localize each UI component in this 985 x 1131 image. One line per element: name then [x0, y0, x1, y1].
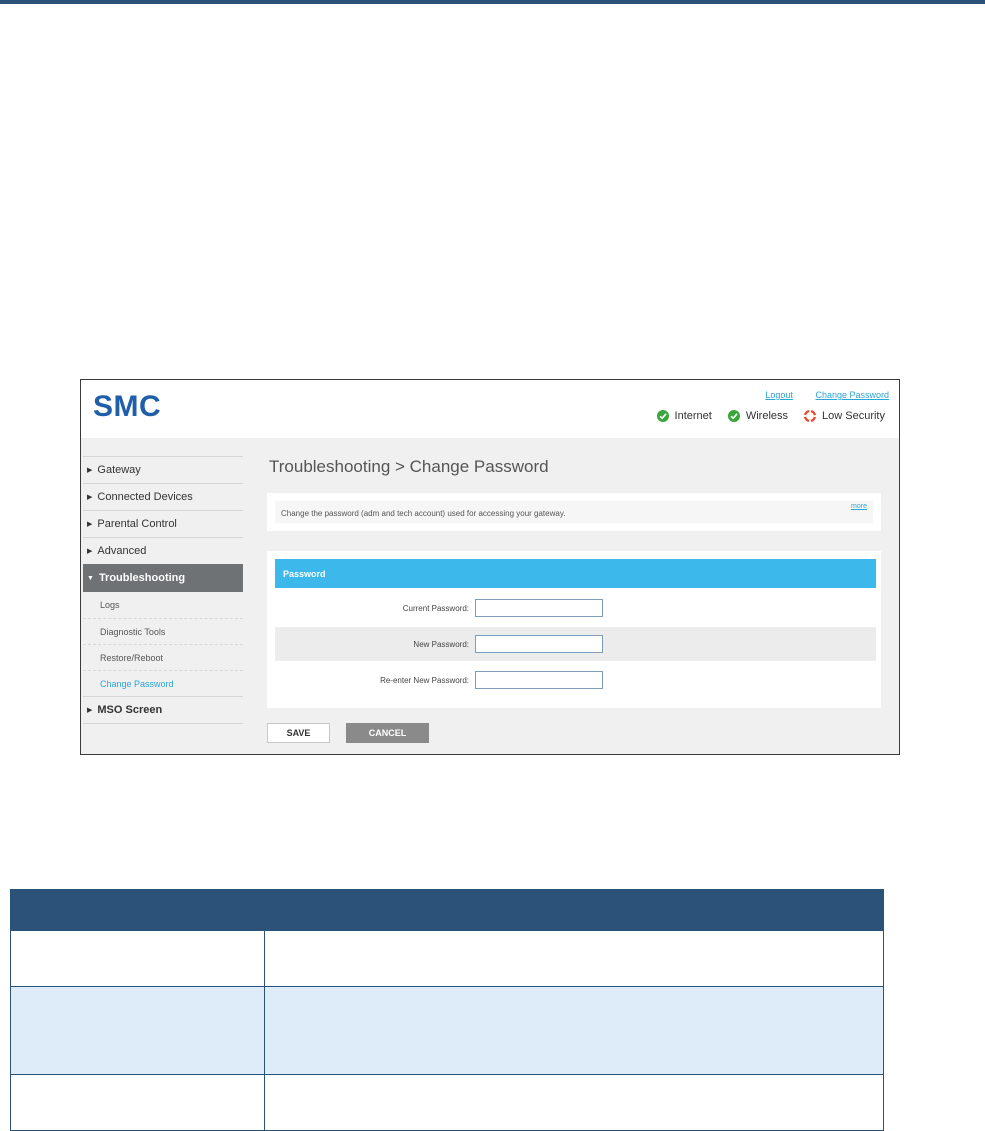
reenter-password-input[interactable] [475, 671, 603, 689]
logout-link[interactable]: Logout [765, 390, 793, 400]
sidebar-item-gateway[interactable]: ▶ Gateway [83, 456, 243, 483]
arrow-right-icon: ▶ [87, 707, 93, 714]
info-box: Change the password (adm and tech accoun… [267, 493, 881, 531]
sidebar-item-label: Gateway [97, 464, 141, 476]
router-body: ▶ Gateway ▶ Connected Devices ▶ Parental… [81, 438, 899, 754]
password-section: Password Current Password: New Password:… [267, 551, 881, 708]
arrow-right-icon: ▶ [87, 467, 93, 474]
top-links: Logout Change Password [745, 390, 889, 400]
current-password-input[interactable] [475, 599, 603, 617]
sidebar-subitem-logs[interactable]: Logs [83, 592, 243, 618]
cancel-button[interactable]: CANCEL [346, 723, 429, 743]
table-header-cell [10, 889, 265, 931]
table-header-cell [264, 889, 884, 931]
current-password-label: Current Password: [402, 603, 469, 613]
table-cell [10, 930, 265, 987]
sidebar-item-troubleshooting[interactable]: ▼ Troubleshooting [83, 564, 243, 592]
table-header-row [10, 889, 884, 931]
status-wireless: Wireless [727, 410, 789, 422]
more-link[interactable]: more [851, 503, 867, 510]
sidebar-subitem-diagnostic-tools[interactable]: Diagnostic Tools [83, 618, 243, 644]
page-title: Troubleshooting > Change Password [269, 457, 549, 476]
info-panel: Change the password (adm and tech accoun… [275, 501, 873, 523]
sidebar-subitem-change-password[interactable]: Change Password [83, 670, 243, 696]
sidebar-item-parental-control[interactable]: ▶ Parental Control [83, 510, 243, 537]
sidebar-item-label: Connected Devices [97, 491, 193, 503]
sidebar-item-label: Parental Control [97, 518, 177, 530]
sidebar-item-advanced[interactable]: ▶ Advanced [83, 537, 243, 564]
sidebar-item-connected-devices[interactable]: ▶ Connected Devices [83, 483, 243, 510]
sidebar-item-label: Troubleshooting [98, 572, 186, 584]
page-top-rule [0, 0, 985, 4]
sidebar-subitem-label: Change Password [100, 678, 174, 689]
arrow-right-icon: ▶ [87, 548, 93, 555]
current-password-row: Current Password: [275, 591, 876, 625]
table-cell [10, 1074, 265, 1131]
description-table [10, 889, 884, 1131]
info-text: Change the password (adm and tech accoun… [281, 509, 566, 518]
table-row [10, 986, 884, 1075]
status-internet-label: Internet [674, 410, 712, 422]
table-row [10, 930, 884, 987]
new-password-row: New Password: [275, 627, 876, 661]
lifebuoy-icon [804, 410, 817, 422]
arrow-right-icon: ▶ [87, 521, 93, 528]
table-cell [264, 1074, 884, 1131]
table-row [10, 1074, 884, 1131]
sidebar-item-label: Advanced [97, 545, 147, 557]
status-internet: Internet [656, 410, 712, 422]
sidebar-divider [83, 723, 243, 724]
sidebar-subitem-label: Diagnostic Tools [100, 626, 166, 637]
sidebar-subitem-restore-reboot[interactable]: Restore/Reboot [83, 644, 243, 670]
reenter-password-row: Re-enter New Password: [275, 663, 876, 697]
save-button[interactable]: SAVE [267, 723, 330, 743]
sidebar-item-mso-screen[interactable]: ▶ MSO Screen [83, 696, 243, 723]
status-wireless-label: Wireless [745, 410, 789, 422]
router-ui-screenshot: SMC Logout Change Password Internet Wire… [80, 379, 900, 755]
check-icon [727, 410, 740, 422]
status-bar: Internet Wireless Low Security [656, 410, 885, 422]
check-icon [656, 410, 669, 422]
sidebar-subitem-label: Restore/Reboot [100, 652, 164, 663]
sidebar-subitem-label: Logs [100, 600, 120, 610]
smc-logo: SMC [93, 390, 162, 423]
arrow-down-icon: ▼ [87, 574, 94, 582]
status-security-label: Low Security [822, 410, 885, 422]
router-header: SMC Logout Change Password Internet Wire… [81, 380, 899, 438]
sidebar-item-label: MSO Screen [97, 704, 163, 716]
table-cell [264, 986, 884, 1075]
password-section-header: Password [275, 559, 876, 588]
new-password-input[interactable] [475, 635, 603, 653]
sidebar-nav: ▶ Gateway ▶ Connected Devices ▶ Parental… [83, 456, 243, 724]
arrow-right-icon: ▶ [87, 494, 93, 501]
table-cell [10, 986, 265, 1075]
status-security: Low Security [804, 410, 885, 422]
change-password-link[interactable]: Change Password [815, 390, 889, 400]
new-password-label: New Password: [413, 639, 469, 649]
table-cell [264, 930, 884, 987]
reenter-password-label: Re-enter New Password: [380, 675, 469, 685]
